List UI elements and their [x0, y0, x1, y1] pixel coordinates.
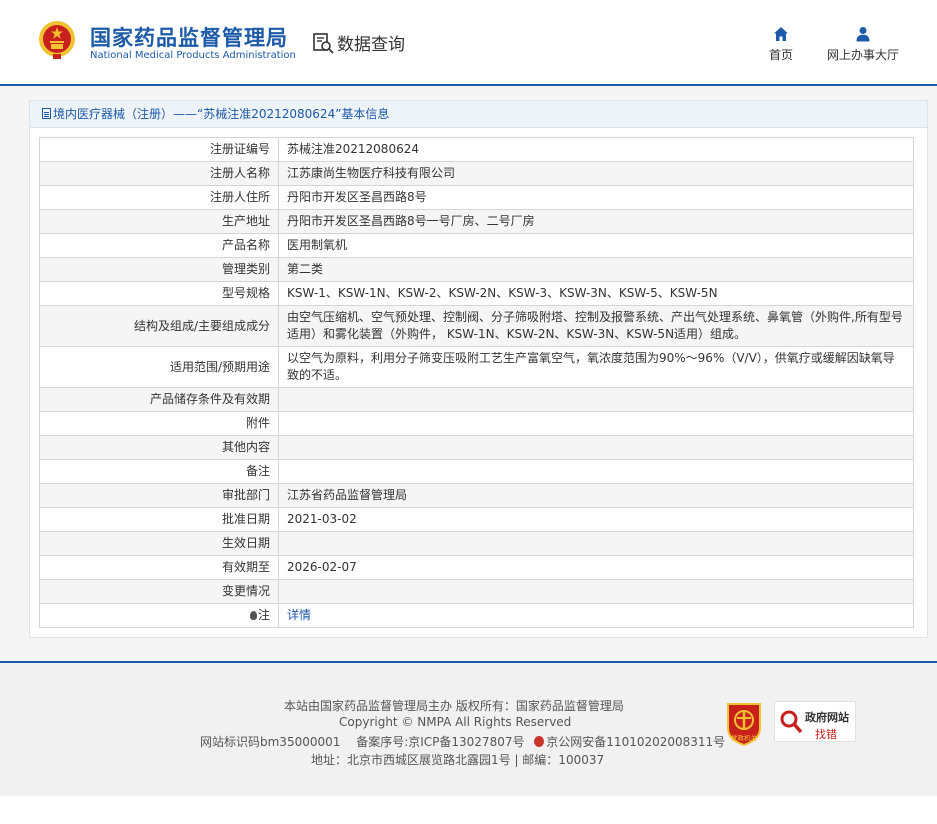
row-label: 变更情况: [39, 579, 279, 604]
table-row: 注册人名称 江苏康尚生物医疗科技有限公司: [39, 161, 914, 186]
row-value: KSW-1、KSW-1N、KSW-2、KSW-2N、KSW-3、KSW-3N、K…: [278, 281, 914, 306]
row-label: 管理类别: [39, 257, 279, 282]
row-value: [278, 387, 914, 412]
table-row: 附件: [39, 411, 914, 436]
table-row: 备注: [39, 459, 914, 484]
row-value: 以空气为原料，利用分子筛变压吸附工艺生产富氧空气，氧浓度范围为90%～96%（V…: [278, 346, 914, 388]
panel-title-bar: 境内医疗器械（注册）——“苏械注准20212080624”基本信息: [30, 101, 927, 128]
row-value: 2021-03-02: [278, 507, 914, 532]
row-value: 医用制氧机: [278, 233, 914, 258]
panel-title: 境内医疗器械（注册）——“苏械注准20212080624”基本信息: [53, 107, 390, 121]
row-value: [278, 531, 914, 556]
data-query-icon: [313, 33, 334, 54]
footer-registration: 网站标识码bm35000001 备案序号:京ICP备13027807号 京公网安…: [200, 733, 725, 750]
site-logo-subtitle: National Medical Products Administration: [90, 50, 296, 61]
footer-copyright: Copyright © NMPA All Rights Reserved: [339, 715, 572, 729]
badge1-label: 党政机关: [731, 733, 758, 742]
police-badge-icon: [534, 736, 545, 747]
row-value: [278, 459, 914, 484]
national-emblem-icon: [39, 21, 75, 59]
row-label: 注册人名称: [39, 161, 279, 186]
nav-hall-label: 网上办事大厅: [826, 48, 899, 62]
note-label-cell: 注: [39, 603, 279, 628]
nav-online-service-hall[interactable]: 网上办事大厅: [822, 26, 904, 63]
row-value: 丹阳市开发区圣昌西路8号: [278, 185, 914, 210]
lightbulb-icon: [249, 611, 257, 620]
document-icon: [42, 108, 51, 119]
table-row: 适用范围/预期用途 以空气为原料，利用分子筛变压吸附工艺生产富氧空气，氧浓度范围为…: [39, 346, 914, 388]
row-label: 有效期至: [39, 555, 279, 580]
row-label: 审批部门: [39, 483, 279, 508]
row-value: 丹阳市开发区圣昌西路8号一号厂房、二号厂房: [278, 209, 914, 234]
row-label: 批准日期: [39, 507, 279, 532]
row-value: [278, 579, 914, 604]
table-row: 管理类别 第二类: [39, 257, 914, 282]
party-government-badge[interactable]: 党政机关: [724, 700, 764, 746]
table-row: 审批部门 江苏省药品监督管理局: [39, 483, 914, 508]
table-row: 产品名称 医用制氧机: [39, 233, 914, 258]
table-row: 注册人住所 丹阳市开发区圣昌西路8号: [39, 185, 914, 210]
gov-site-error-report-badge[interactable]: 政府网站 找错: [774, 701, 856, 742]
row-value: 第二类: [278, 257, 914, 282]
note-label: 注: [257, 608, 270, 622]
table-row: 结构及组成/主要组成成分 由空气压缩机、空气预处理、控制阀、分子筛吸附塔、控制及报…: [39, 305, 914, 347]
nav-home[interactable]: 首页: [764, 26, 798, 63]
site-header: 国家药品监督管理局 National Medical Products Admi…: [0, 0, 937, 86]
page-bottom: [0, 796, 937, 824]
table-row: 型号规格 KSW-1、KSW-1N、KSW-2、KSW-2N、KSW-3、KSW-…: [39, 281, 914, 306]
row-label: 生产地址: [39, 209, 279, 234]
footer-sponsor-text: 本站由国家药品监督管理局主办 版权所有：国家药品监督管理局: [284, 699, 624, 713]
table-row: 批准日期 2021-03-02: [39, 507, 914, 532]
home-icon: [774, 27, 788, 41]
footer-police-record[interactable]: 京公网安备11010202008311号: [546, 735, 725, 749]
footer-address: 地址：北京市西城区展览路北露园1号 | 邮编：100037: [311, 753, 605, 767]
row-label: 适用范围/预期用途: [39, 346, 279, 388]
row-value: 江苏省药品监督管理局: [278, 483, 914, 508]
row-value: 江苏康尚生物医疗科技有限公司: [278, 161, 914, 186]
row-value: 由空气压缩机、空气预处理、控制阀、分子筛吸附塔、控制及报警系统、产出气处理系统、…: [278, 305, 914, 347]
row-value: 苏械注准20212080624: [278, 137, 914, 162]
table-row: 生效日期: [39, 531, 914, 556]
table-row-note: 注 详情: [39, 603, 914, 628]
badge2-title: 政府网站: [805, 711, 849, 724]
row-label: 附件: [39, 411, 279, 436]
row-value: [278, 435, 914, 460]
row-label: 产品储存条件及有效期: [39, 387, 279, 412]
row-label: 注册证编号: [39, 137, 279, 162]
note-value-cell: 详情: [278, 603, 914, 628]
row-value: [278, 411, 914, 436]
table-row: 产品储存条件及有效期: [39, 387, 914, 412]
row-label: 备注: [39, 459, 279, 484]
table-row: 变更情况: [39, 579, 914, 604]
data-query-title: 数据查询: [337, 35, 405, 55]
magnifier-icon: [780, 710, 803, 734]
detail-link[interactable]: 详情: [287, 608, 311, 622]
user-icon: [856, 27, 870, 42]
nav-home-label: 首页: [768, 48, 793, 62]
table-row: 有效期至 2026-02-07: [39, 555, 914, 580]
row-label: 结构及组成/主要组成成分: [39, 305, 279, 347]
footer-icp-text[interactable]: 网站标识码bm35000001 备案序号:京ICP备13027807号: [200, 735, 528, 749]
registration-info-table: 注册证编号 苏械注准20212080624 注册人名称 江苏康尚生物医疗科技有限公司注…: [39, 137, 914, 628]
row-value: 2026-02-07: [278, 555, 914, 580]
row-label: 其他内容: [39, 435, 279, 460]
badge2-subtitle: 找错: [815, 728, 837, 741]
table-row: 其他内容: [39, 435, 914, 460]
table-row: 生产地址 丹阳市开发区圣昌西路8号一号厂房、二号厂房: [39, 209, 914, 234]
table-row: 注册证编号 苏械注准20212080624: [39, 137, 914, 162]
row-label: 产品名称: [39, 233, 279, 258]
row-label: 型号规格: [39, 281, 279, 306]
row-label: 生效日期: [39, 531, 279, 556]
row-label: 注册人住所: [39, 185, 279, 210]
site-logo-title[interactable]: 国家药品监督管理局: [90, 22, 288, 52]
